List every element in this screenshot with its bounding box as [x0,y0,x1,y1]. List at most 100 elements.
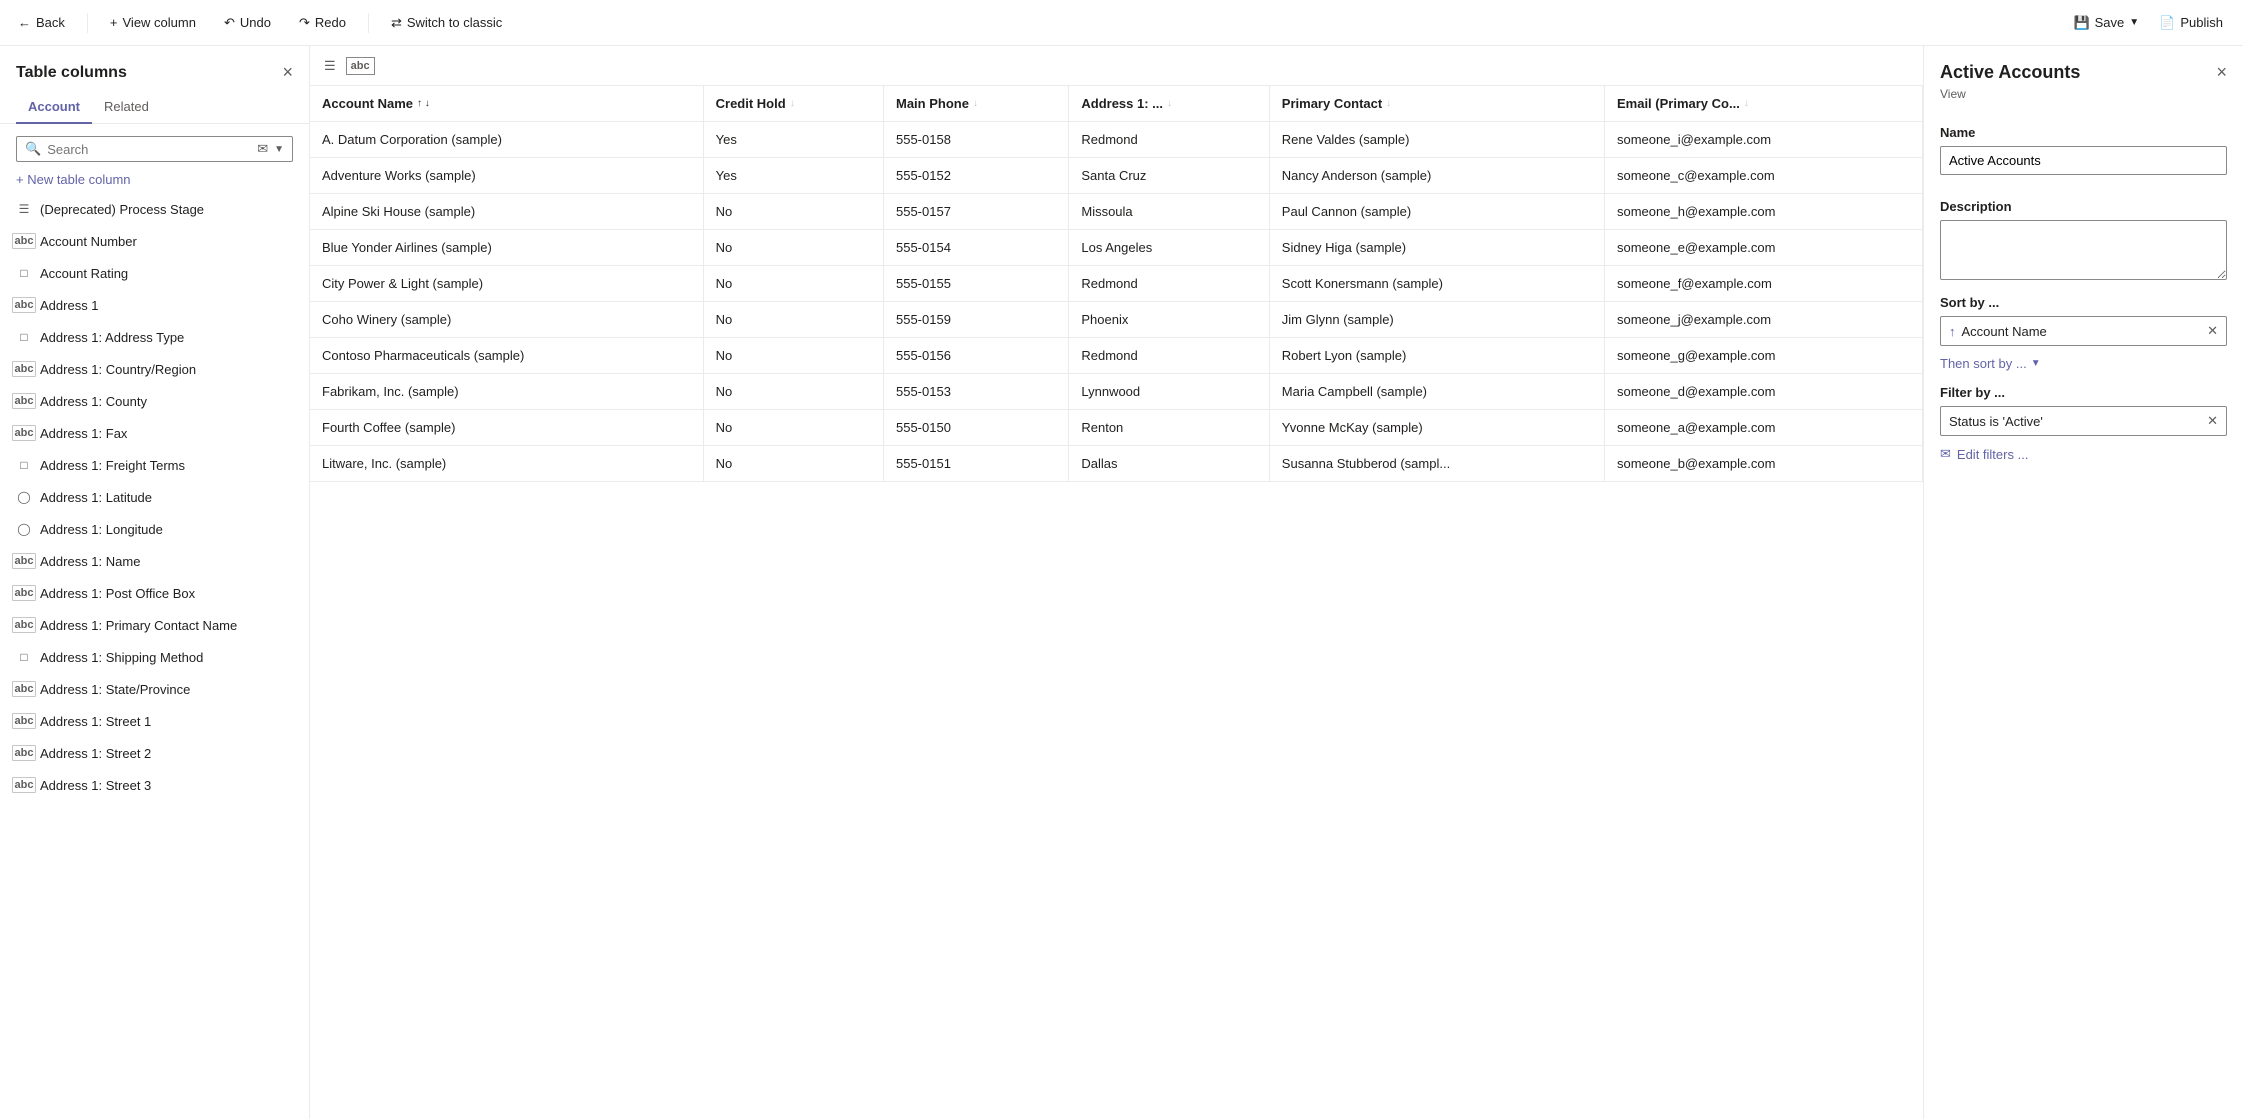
list-item[interactable]: □ Address 1: Shipping Method [0,641,309,673]
table-column-header[interactable]: Account Name ↑ ↓ [310,86,703,122]
table-cell: No [703,266,883,302]
list-item[interactable]: abc Address 1 [0,289,309,321]
sort-section: Sort by ... ↑ Account Name ✕ Then sort b… [1924,295,2243,385]
list-item[interactable]: abc Address 1: Post Office Box [0,577,309,609]
switch-classic-button[interactable]: ⇄ Switch to classic [385,11,508,35]
main-layout: Table columns × Account Related 🔍 ✉ ▼ + … [0,46,2243,1119]
list-item[interactable]: □ Address 1: Freight Terms [0,449,309,481]
sort-icon: ↓ [973,98,978,109]
search-input[interactable] [47,142,251,157]
col-type-icon: ◯ [16,521,32,537]
table-cell: 555-0154 [883,230,1068,266]
sort-icon: ↓ [1386,98,1391,109]
table-row[interactable]: Adventure Works (sample)Yes555-0152Santa… [310,158,1923,194]
col-label: (Deprecated) Process Stage [40,202,204,217]
back-button[interactable]: ← Back [12,11,71,34]
undo-button[interactable]: ↶ Undo [218,11,277,35]
then-sort-button[interactable]: Then sort by ... ▼ [1940,354,2041,373]
col-label: Address 1: Street 2 [40,746,151,761]
name-label: Name [1940,125,2227,140]
filter-dropdown-icon[interactable]: ▼ [274,144,284,155]
tab-account[interactable]: Account [16,91,92,124]
col-type-icon: □ [16,329,32,345]
data-table: Account Name ↑ ↓Credit Hold ↓Main Phone … [310,86,1923,482]
description-textarea[interactable] [1940,220,2227,280]
list-item[interactable]: ☰ (Deprecated) Process Stage [0,193,309,225]
table-row[interactable]: City Power & Light (sample)No555-0155Red… [310,266,1923,302]
sort-asc-icon: ↑ ↓ [417,98,430,109]
toolbar-separator-1 [87,13,88,33]
list-item[interactable]: □ Address 1: Address Type [0,321,309,353]
table-column-header[interactable]: Email (Primary Co... ↓ [1604,86,1922,122]
list-item[interactable]: ◯ Address 1: Longitude [0,513,309,545]
list-item[interactable]: abc Address 1: Country/Region [0,353,309,385]
table-row[interactable]: Fourth Coffee (sample)No555-0150RentonYv… [310,410,1923,446]
name-input[interactable] [1940,146,2227,175]
switch-icon: ⇄ [391,15,402,31]
list-item[interactable]: abc Address 1: Street 2 [0,737,309,769]
table-cell: 555-0158 [883,122,1068,158]
table-cell: Yvonne McKay (sample) [1269,410,1604,446]
view-column-button[interactable]: + View column [104,11,202,34]
redo-icon: ↷ [299,15,310,31]
list-item[interactable]: □ Account Rating [0,257,309,289]
table-column-header[interactable]: Credit Hold ↓ [703,86,883,122]
list-item[interactable]: abc Address 1: State/Province [0,673,309,705]
table-row[interactable]: Contoso Pharmaceuticals (sample)No555-01… [310,338,1923,374]
table-cell: someone_f@example.com [1604,266,1922,302]
list-item[interactable]: abc Address 1: Primary Contact Name [0,609,309,641]
redo-button[interactable]: ↷ Redo [293,11,352,35]
table-cell: Dallas [1069,446,1269,482]
col-label: Address 1 [40,298,99,313]
table-cell: No [703,230,883,266]
table-cell: 555-0157 [883,194,1068,230]
col-label: Address 1: Country/Region [40,362,196,377]
list-item[interactable]: abc Address 1: Fax [0,417,309,449]
publish-button[interactable]: 📄 Publish [2151,11,2231,35]
table-row[interactable]: Fabrikam, Inc. (sample)No555-0153Lynnwoo… [310,374,1923,410]
list-item[interactable]: abc Address 1: Street 1 [0,705,309,737]
col-label: Address 1: Name [40,554,140,569]
table-cell: someone_c@example.com [1604,158,1922,194]
edit-filters-button[interactable]: ✉ Edit filters ... [1940,444,2028,464]
table-column-header[interactable]: Address 1: ... ↓ [1069,86,1269,122]
table-column-header[interactable]: Primary Contact ↓ [1269,86,1604,122]
list-item[interactable]: ◯ Address 1: Latitude [0,481,309,513]
table-cell: 555-0150 [883,410,1068,446]
table-row[interactable]: Alpine Ski House (sample)No555-0157Misso… [310,194,1923,230]
sort-chip: ↑ Account Name ✕ [1940,316,2227,346]
list-item[interactable]: abc Address 1: Name [0,545,309,577]
sidebar-close-button[interactable]: × [282,62,293,83]
content-area: ☰ abc Account Name ↑ ↓Credit Hold ↓Main … [310,46,1923,1119]
col-type-icon: abc [16,361,32,377]
search-container: 🔍 ✉ ▼ [16,136,293,162]
sort-chip-remove[interactable]: ✕ [2207,323,2218,339]
tab-related[interactable]: Related [92,91,161,124]
new-column-button[interactable]: + New table column [0,166,309,193]
list-item[interactable]: abc Account Number [0,225,309,257]
table-cell: Susanna Stubberod (sampl... [1269,446,1604,482]
save-button[interactable]: 💾 Save ▼ [2065,11,2147,35]
table-cell: someone_a@example.com [1604,410,1922,446]
list-item[interactable]: abc Address 1: County [0,385,309,417]
table-row[interactable]: Coho Winery (sample)No555-0159PhoenixJim… [310,302,1923,338]
right-panel-close-button[interactable]: × [2216,62,2227,83]
table-cell: Yes [703,158,883,194]
sort-asc-icon: ↑ [1949,324,1956,339]
table-row[interactable]: Litware, Inc. (sample)No555-0151DallasSu… [310,446,1923,482]
list-item[interactable]: abc Address 1: Street 3 [0,769,309,801]
table-column-header[interactable]: Main Phone ↓ [883,86,1068,122]
sort-label: Sort by ... [1940,295,2227,310]
table-row[interactable]: Blue Yonder Airlines (sample)No555-0154L… [310,230,1923,266]
col-label: Address 1: Street 3 [40,778,151,793]
table-row[interactable]: A. Datum Corporation (sample)Yes555-0158… [310,122,1923,158]
col-label: Account Rating [40,266,128,281]
back-icon: ← [18,15,31,30]
filter-chip-remove[interactable]: ✕ [2207,413,2218,429]
col-type-icon: ◯ [16,489,32,505]
save-dropdown-icon[interactable]: ▼ [2129,17,2139,28]
undo-icon: ↶ [224,15,235,31]
column-list: ☰ (Deprecated) Process Stage abc Account… [0,193,309,1119]
table-cell: someone_g@example.com [1604,338,1922,374]
filter-icon[interactable]: ✉ [257,141,268,157]
